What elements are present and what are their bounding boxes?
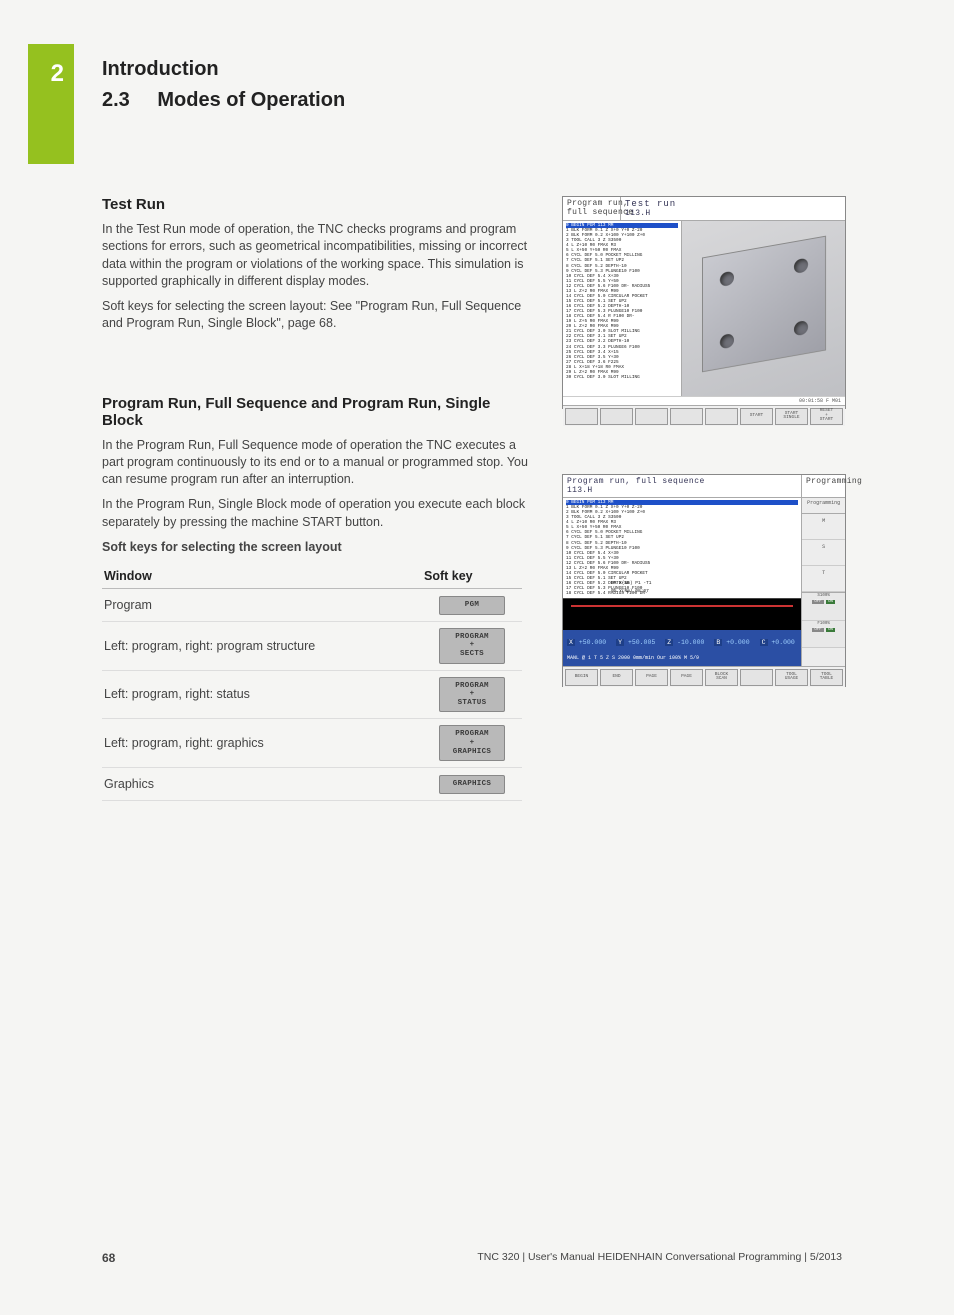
- fig2-right-head: Programming: [802, 498, 845, 514]
- table-header-softkey: Soft key: [422, 564, 522, 589]
- fig1-titlebar: Program run, full sequence Test run 113.…: [563, 197, 845, 221]
- table-cell-softkey: GRAPHICS: [422, 768, 522, 801]
- softkey-button[interactable]: PROGRAM + GRAPHICS: [439, 725, 505, 761]
- program-run-para1: In the Program Run, Full Sequence mode o…: [102, 437, 532, 489]
- fig2-file-name: 113.H: [567, 486, 797, 495]
- fig1-softkey[interactable]: [565, 408, 598, 425]
- table-row: Left: program, right: graphics PROGRAM + …: [102, 719, 522, 768]
- fig1-softkey-row: STARTSTART SINGLERESET + START: [563, 405, 845, 426]
- axis-Z-label: Z: [665, 639, 673, 646]
- axis-Z-value: -10.000: [677, 639, 704, 646]
- fig2-right-sidebar: Programming MST S100%OFF ONF100%OFF ON: [801, 498, 845, 666]
- fig1-program-listing: 0 BEGIN PGM 113 MM 1 BLK FORM 0.1 Z X+0 …: [563, 221, 681, 396]
- fig1-mode-title: Test run: [625, 199, 841, 209]
- page-footer: 68 TNC 320 | User's Manual HEIDENHAIN Co…: [102, 1251, 842, 1265]
- fig2-right-cell[interactable]: M: [802, 514, 845, 540]
- fig2-titlebar: Program run, full sequence 113.H Program…: [563, 475, 845, 498]
- axis-Y-label: Y: [616, 639, 624, 646]
- fig2-softkey[interactable]: BLOCK SCAN: [705, 669, 738, 686]
- table-row: Left: program, right: status PROGRAM + ST…: [102, 670, 522, 719]
- table-header-window: Window: [102, 564, 422, 589]
- axis-Y-value: +50.005: [628, 639, 655, 646]
- axis-X-value: +50.000: [579, 639, 606, 646]
- softkey-button[interactable]: PGM: [439, 596, 505, 615]
- page-content: Program run, full sequence Test run 113.…: [102, 196, 852, 801]
- fig1-softkey[interactable]: [705, 408, 738, 425]
- fig2-softkey[interactable]: TOOL USAGE: [775, 669, 808, 686]
- fig2-right-cell[interactable]: S: [802, 540, 845, 566]
- softkey-button[interactable]: GRAPHICS: [439, 775, 505, 794]
- softkey-table-caption: Soft keys for selecting the screen layou…: [102, 539, 532, 556]
- fig2-softkey[interactable]: PAGE: [635, 669, 668, 686]
- fig2-status-line: MANL @ 1 T 5 Z S 2000 0mm/min Our 100% M…: [563, 654, 801, 666]
- fig2-cursor-info: 0% X(Nm) P1 -T1: [611, 581, 652, 586]
- fig2-right-mode: Programming: [801, 475, 845, 497]
- section-number: 2.3: [102, 89, 130, 112]
- table-cell-window: Left: program, right: graphics: [102, 719, 422, 768]
- softkey-button[interactable]: PROGRAM + STATUS: [439, 677, 505, 713]
- page-header: Introduction 2.3 Modes of Operation: [102, 58, 345, 112]
- fig2-mode-title: Program run, full sequence: [567, 477, 797, 486]
- chapter-side-tab: 2: [28, 44, 74, 164]
- axis-B-value: +0.000: [726, 639, 749, 646]
- table-cell-softkey: PGM: [422, 589, 522, 622]
- table-cell-softkey: PROGRAM + STATUS: [422, 670, 522, 719]
- heading-test-run: Test Run: [102, 196, 532, 213]
- figure-test-run-screenshot: Program run, full sequence Test run 113.…: [562, 196, 846, 409]
- fig1-code-line: 30 CYCL DEF 3.0 SLOT MILLING: [566, 375, 678, 380]
- axis-C-value: +0.000: [771, 639, 794, 646]
- table-cell-softkey: PROGRAM + SECTS: [422, 621, 522, 670]
- fig1-softkey[interactable]: START SINGLE: [775, 408, 808, 425]
- table-cell-window: Program: [102, 589, 422, 622]
- footer-text: TNC 320 | User's Manual HEIDENHAIN Conve…: [477, 1251, 842, 1265]
- softkey-layout-table: Window Soft key Program PGM Left: program,…: [102, 564, 522, 801]
- section-program-run: Program Run, Full Sequence and Program R…: [102, 395, 532, 801]
- fig1-status-line: 00:01:58 F M01: [563, 396, 845, 405]
- softkey-button[interactable]: PROGRAM + SECTS: [439, 628, 505, 664]
- fig2-override-cell[interactable]: S100%OFF ON: [802, 593, 845, 621]
- program-run-para2: In the Program Run, Single Block mode of…: [102, 496, 532, 531]
- chapter-title: Introduction: [102, 58, 345, 81]
- figure-program-run-screenshot: Program run, full sequence 113.H Program…: [562, 474, 846, 687]
- table-cell-window: Left: program, right: status: [102, 670, 422, 719]
- section-title: Modes of Operation: [157, 89, 345, 111]
- fig2-axis-display: X +50.000 Y +50.005 Z -10.000 B +0.000 C…: [563, 630, 801, 654]
- heading-program-run: Program Run, Full Sequence and Program R…: [102, 395, 532, 429]
- fig1-3d-preview: [681, 221, 845, 396]
- fig2-softkey[interactable]: [740, 669, 773, 686]
- fig2-right-cell[interactable]: T: [802, 566, 845, 592]
- fig2-softkey[interactable]: END: [600, 669, 633, 686]
- fig2-softkey-row: BEGINENDPAGEPAGEBLOCK SCANTOOL USAGETOOL…: [563, 666, 845, 687]
- fig2-code-line: 18 CYCL DEF 5.4 RADIUS F100 DR-: [566, 591, 798, 596]
- table-cell-softkey: PROGRAM + GRAPHICS: [422, 719, 522, 768]
- fig2-softkey[interactable]: PAGE: [670, 669, 703, 686]
- fig1-mode-left: Program run, full sequence: [563, 197, 621, 220]
- axis-C-label: C: [760, 639, 768, 646]
- fig2-override-cell[interactable]: F100%OFF ON: [802, 621, 845, 649]
- section-row: 2.3 Modes of Operation: [102, 89, 345, 112]
- chapter-number: 2: [51, 60, 64, 88]
- test-run-para2: Soft keys for selecting the screen layou…: [102, 298, 532, 333]
- table-row: Program PGM: [102, 589, 522, 622]
- axis-X-label: X: [567, 639, 575, 646]
- fig1-softkey[interactable]: START: [740, 408, 773, 425]
- section-test-run: Test Run In the Test Run mode of operati…: [102, 196, 532, 333]
- fig2-graphics-panel: [563, 598, 801, 630]
- axis-B-label: B: [714, 639, 722, 646]
- fig2-time-info: 0% Y(Nm) 08:07: [611, 589, 649, 594]
- fig1-softkey[interactable]: RESET + START: [810, 408, 843, 425]
- fig1-softkey[interactable]: [635, 408, 668, 425]
- table-cell-window: Graphics: [102, 768, 422, 801]
- page-number: 68: [102, 1251, 115, 1265]
- table-row: Graphics GRAPHICS: [102, 768, 522, 801]
- table-cell-window: Left: program, right: program structure: [102, 621, 422, 670]
- fig1-softkey[interactable]: [600, 408, 633, 425]
- fig1-softkey[interactable]: [670, 408, 703, 425]
- fig2-softkey[interactable]: TOOL TABLE: [810, 669, 843, 686]
- fig2-softkey[interactable]: BEGIN: [565, 669, 598, 686]
- test-run-para1: In the Test Run mode of operation, the T…: [102, 221, 532, 290]
- fig2-program-listing: 0 BEGIN PGM 113 MM 1 BLK FORM 0.1 Z X+0 …: [563, 498, 801, 598]
- table-row: Left: program, right: program structure P…: [102, 621, 522, 670]
- fig1-file-name: 113.H: [625, 209, 841, 218]
